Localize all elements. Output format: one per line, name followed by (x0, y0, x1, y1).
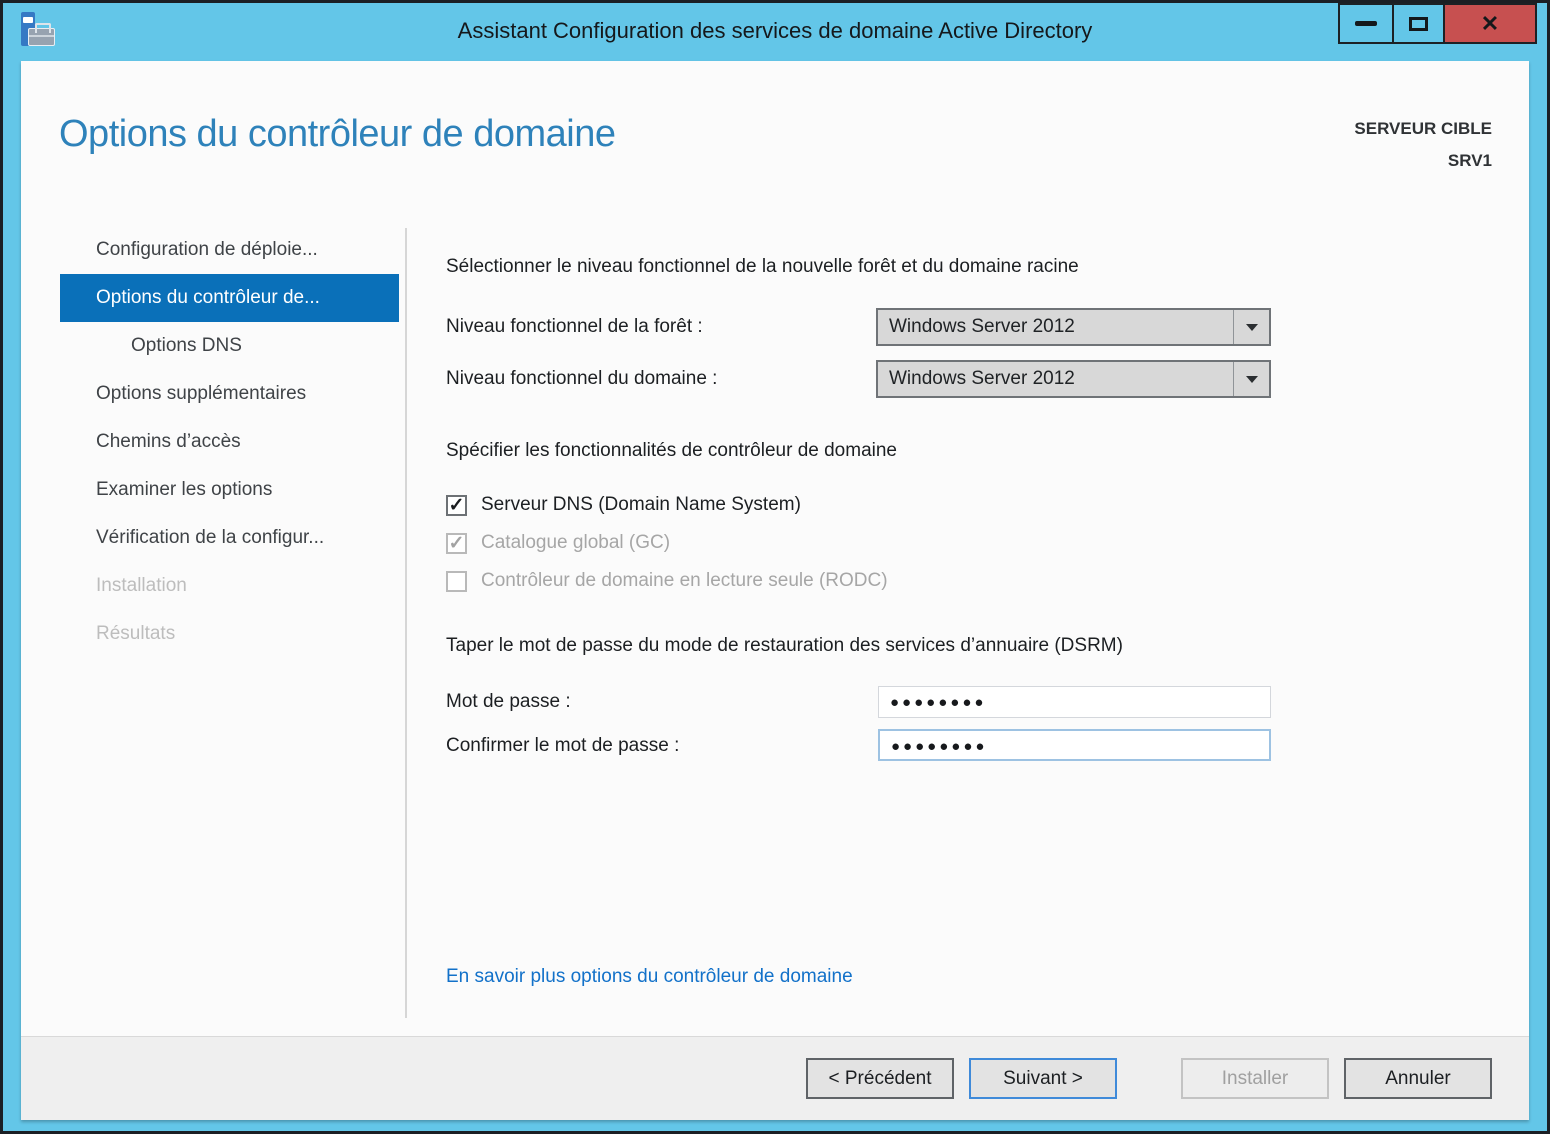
domain-level-dropdown-button[interactable] (1233, 362, 1269, 396)
step-deployment-configuration[interactable]: Configuration de déploie... (60, 226, 399, 274)
target-server-label: SERVEUR CIBLE (1354, 119, 1492, 138)
step-installation: Installation (96, 575, 187, 596)
maximize-icon (1409, 16, 1428, 31)
form-area: Sélectionner le niveau fonctionnel de la… (446, 61, 1326, 1036)
global-catalog-checkbox-label: Catalogue global (GC) (481, 532, 671, 553)
dns-server-checkbox-label: Serveur DNS (Domain Name System) (481, 494, 801, 515)
password-field[interactable]: ●●●●●●●● (878, 686, 1271, 718)
domain-level-value: Windows Server 2012 (889, 368, 1075, 389)
wizard-page: Options du contrôleur de domaine SERVEUR… (21, 61, 1529, 1120)
domain-level-dropdown[interactable]: Windows Server 2012 (876, 360, 1271, 398)
cancel-button[interactable]: Annuler (1344, 1058, 1492, 1099)
close-button[interactable]: ✕ (1443, 3, 1537, 44)
dc-capabilities-section-title: Spécifier les fonctionnalités de contrôl… (446, 440, 897, 461)
confirm-password-field[interactable]: ●●●●●●●● (878, 729, 1271, 761)
domain-level-label: Niveau fonctionnel du domaine : (446, 368, 718, 389)
target-server-name: SRV1 (1447, 151, 1492, 170)
step-review-options[interactable]: Examiner les options (60, 466, 399, 514)
window-controls: ✕ (1338, 3, 1537, 44)
wizard-window: Assistant Configuration des services de … (3, 3, 1547, 1131)
step-domain-controller-options[interactable]: Options du contrôleur de... (60, 274, 399, 322)
rodc-checkbox-row: Contrôleur de domaine en lecture seule (… (446, 566, 888, 596)
chevron-down-icon (1245, 375, 1258, 383)
dns-server-checkbox[interactable]: ✓ (446, 494, 467, 516)
forest-level-value: Windows Server 2012 (889, 316, 1075, 337)
step-paths[interactable]: Chemins d’accès (60, 418, 399, 466)
step-results: Résultats (96, 623, 176, 644)
step-prerequisites-check[interactable]: Vérification de la configur... (60, 514, 399, 562)
wizard-steps: Configuration de déploie... Options du c… (60, 226, 399, 658)
chevron-down-icon (1245, 323, 1258, 331)
dsrm-section-title: Taper le mot de passe du mode de restaur… (446, 635, 1123, 656)
step-additional-options[interactable]: Options supplémentaires (60, 370, 399, 418)
previous-button[interactable]: < Précédent (806, 1058, 954, 1099)
minimize-button[interactable] (1338, 3, 1394, 44)
forest-level-label: Niveau fonctionnel de la forêt : (446, 316, 703, 337)
rodc-checkbox-label: Contrôleur de domaine en lecture seule (… (481, 570, 888, 591)
forest-level-dropdown[interactable]: Windows Server 2012 (876, 308, 1271, 346)
sidebar-divider (405, 228, 407, 1018)
password-label: Mot de passe : (446, 691, 571, 712)
window-title: Assistant Configuration des services de … (457, 17, 1093, 43)
close-icon: ✕ (1480, 10, 1500, 36)
minimize-icon (1355, 21, 1377, 26)
global-catalog-checkbox: ✓ (446, 532, 467, 554)
check-icon: ✓ (448, 494, 465, 516)
check-icon: ✓ (448, 532, 465, 554)
rodc-checkbox (446, 570, 467, 592)
install-button: Installer (1181, 1058, 1329, 1099)
maximize-button[interactable] (1392, 3, 1445, 44)
wizard-footer: < Précédent Suivant > Installer Annuler (21, 1036, 1529, 1120)
learn-more-link[interactable]: En savoir plus options du contrôleur de … (446, 966, 853, 988)
forest-level-dropdown-button[interactable] (1233, 310, 1269, 344)
confirm-password-label: Confirmer le mot de passe : (446, 735, 680, 756)
titlebar[interactable]: Assistant Configuration des services de … (3, 3, 1547, 58)
step-dns-options[interactable]: Options DNS (60, 322, 399, 370)
global-catalog-checkbox-row: ✓ Catalogue global (GC) (446, 528, 670, 558)
dns-server-checkbox-row: ✓ Serveur DNS (Domain Name System) (446, 490, 801, 520)
target-server-info: SERVEUR CIBLE SRV1 (1354, 113, 1492, 177)
functional-level-section-title: Sélectionner le niveau fonctionnel de la… (446, 256, 1079, 277)
next-button[interactable]: Suivant > (969, 1058, 1117, 1099)
